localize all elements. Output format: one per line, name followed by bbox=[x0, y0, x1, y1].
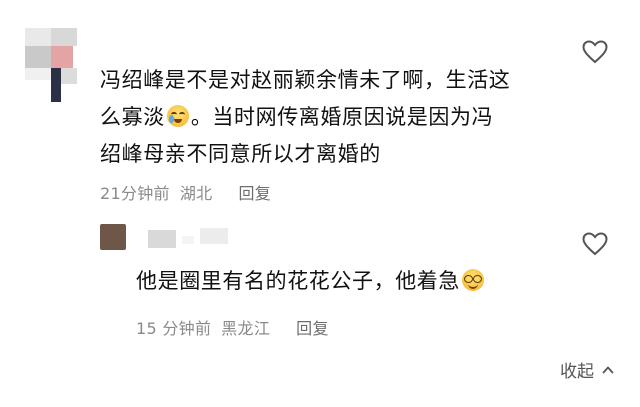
reply-time: 15 分钟前 bbox=[136, 319, 212, 338]
reply-meta: 15 分钟前 黑龙江 回复 bbox=[136, 315, 329, 339]
comment-line: 冯绍峰是不是对赵丽颖余情未了啊，生活这 bbox=[100, 68, 511, 92]
comment-location: 湖北 bbox=[179, 184, 213, 203]
reply-fragment: 他是圈里有名的花花公子，他着急 bbox=[136, 269, 460, 293]
comment-fragment: 。当时网传离婚原因说是因为冯 bbox=[190, 105, 494, 129]
comment-meta: 21分钟前 湖北 回复 bbox=[100, 180, 271, 204]
reply-location: 黑龙江 bbox=[221, 319, 271, 338]
crying-laughing-emoji-icon bbox=[166, 105, 189, 127]
comment-time: 21分钟前 bbox=[100, 184, 170, 203]
reply-username-blurred bbox=[148, 228, 228, 248]
comment-line: 么寡淡 。当时网传离婚原因说是因为冯 bbox=[100, 99, 550, 136]
reply-button[interactable]: 回复 bbox=[296, 319, 329, 338]
reply-text: 他是圈里有名的花花公子，他着急 bbox=[136, 264, 486, 298]
avatar[interactable] bbox=[25, 28, 77, 102]
reply-avatar[interactable] bbox=[100, 224, 126, 250]
collapse-button[interactable]: 收起 bbox=[560, 357, 614, 382]
comment-line: 绍峰母亲不同意所以才离婚的 bbox=[100, 142, 381, 166]
comment-fragment: 么寡淡 bbox=[100, 105, 165, 129]
smirk-glasses-emoji-icon bbox=[462, 269, 484, 291]
comment-text: 冯绍峰是不是对赵丽颖余情未了啊，生活这 么寡淡 。当时网传离婚原因说是因为冯 绍峰… bbox=[100, 62, 550, 173]
chevron-up-icon bbox=[602, 366, 614, 373]
reply-button[interactable]: 回复 bbox=[238, 184, 271, 203]
collapse-label: 收起 bbox=[560, 362, 594, 382]
heart-outline-icon[interactable] bbox=[582, 232, 608, 256]
heart-outline-icon[interactable] bbox=[582, 40, 608, 64]
